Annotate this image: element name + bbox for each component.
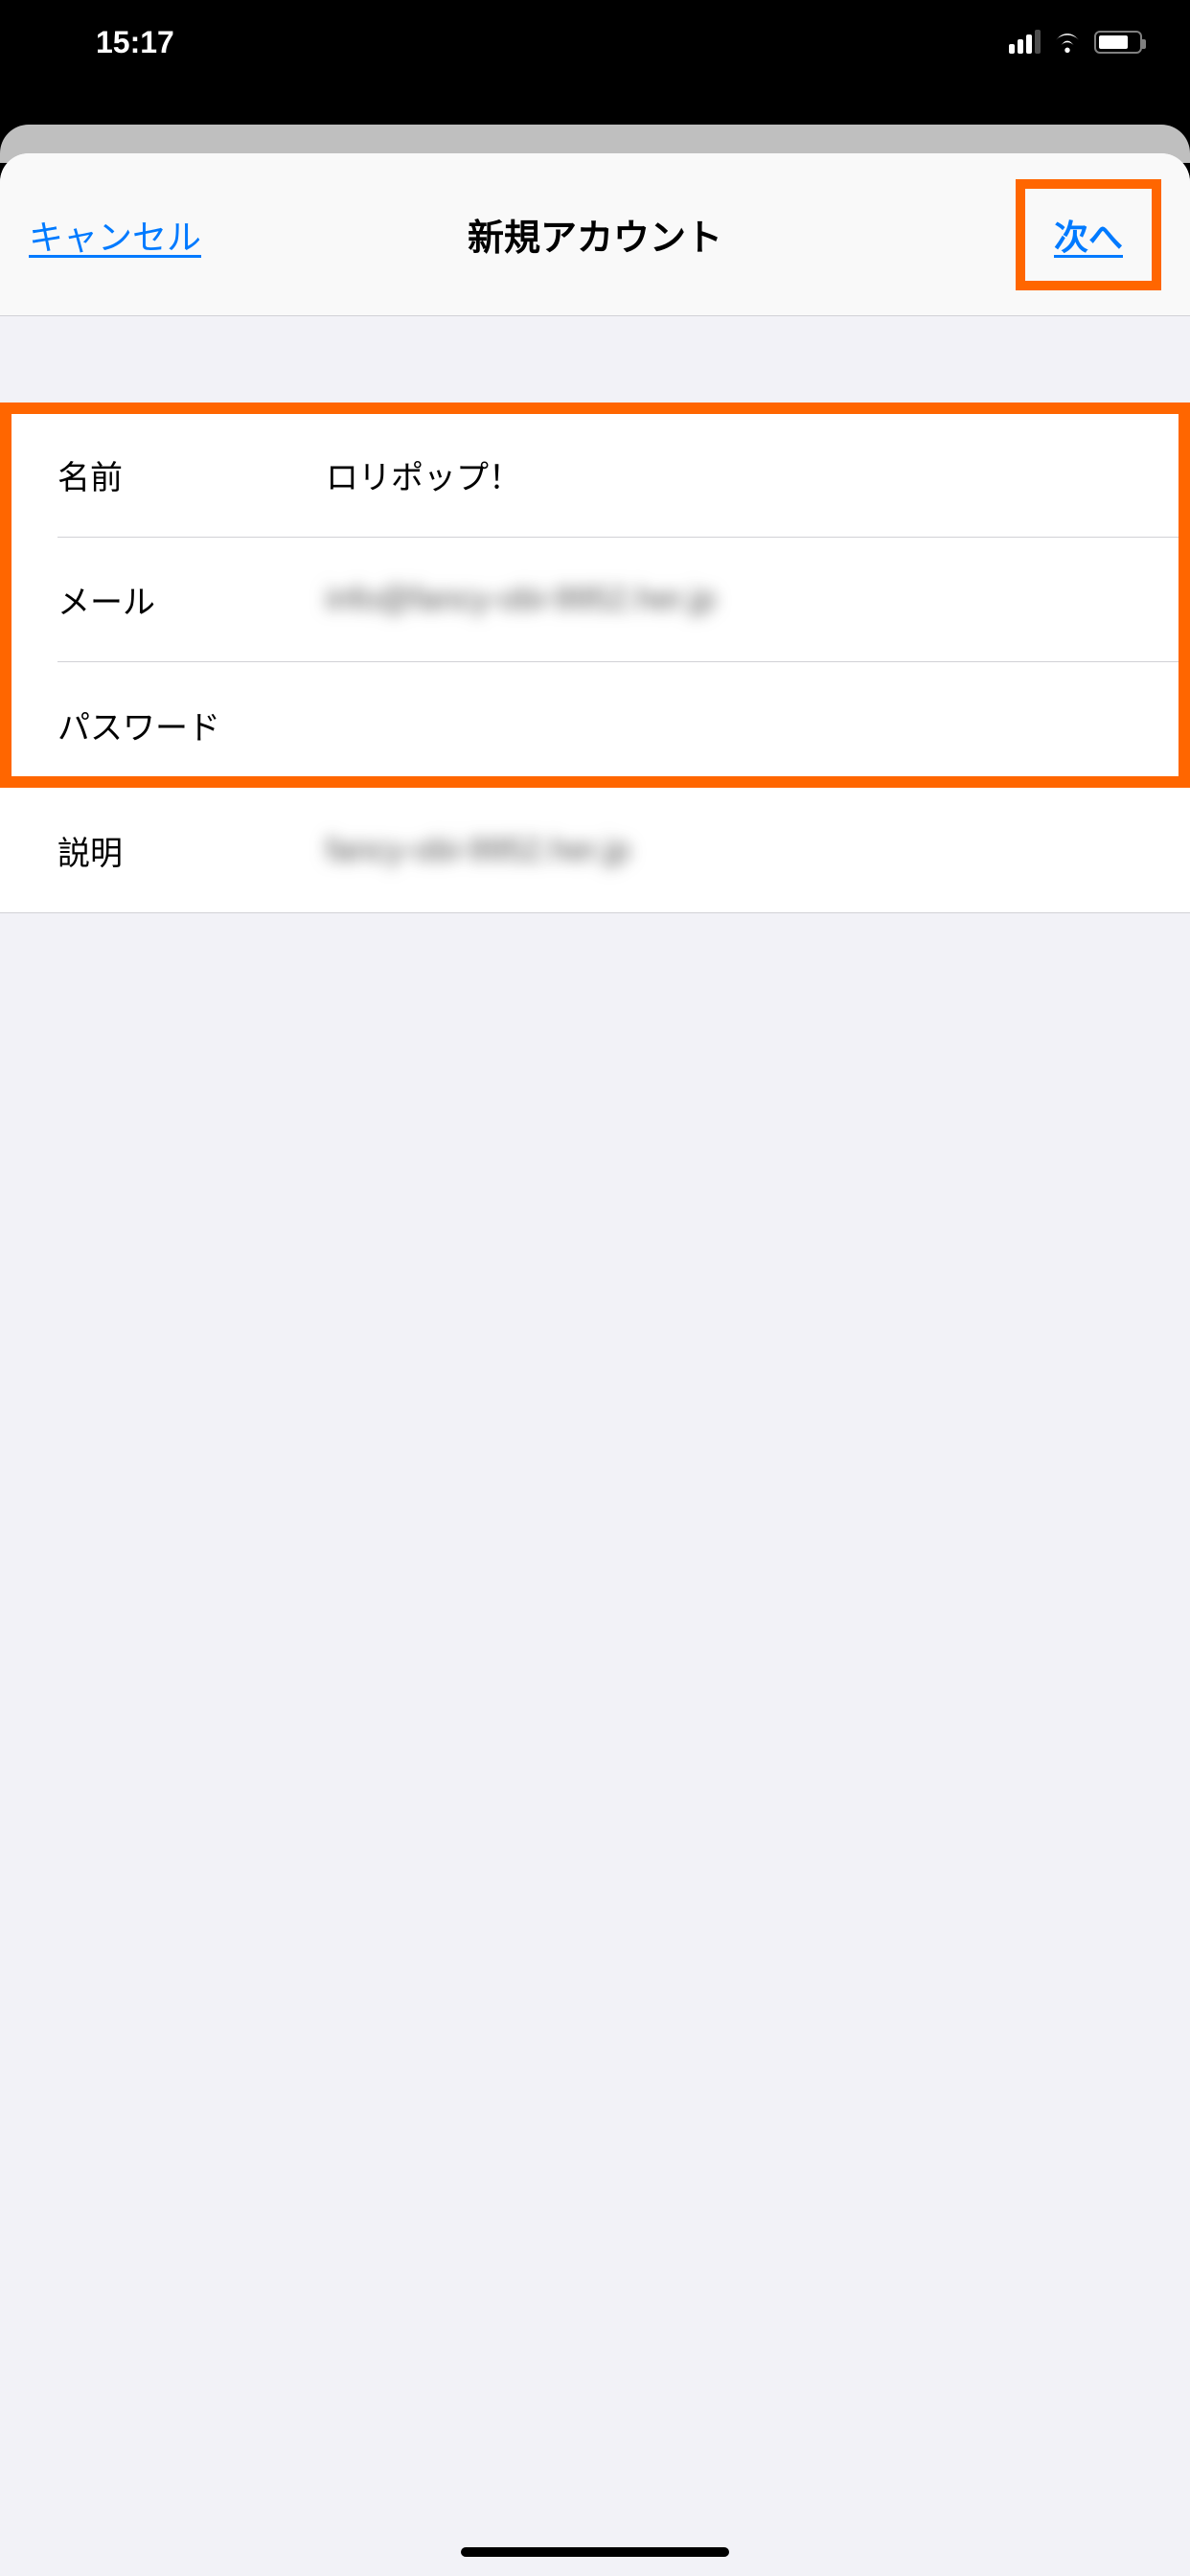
battery-icon [1094,31,1142,54]
password-label: パスワード [57,702,326,748]
modal-sheet: キャンセル 新規アカウント 次へ 名前 メール [0,153,1190,2576]
account-form-group: 名前 メール パスワード [0,412,1190,788]
password-field[interactable] [326,706,1152,744]
status-time: 15:17 [96,25,174,60]
name-row: 名前 [0,413,1190,538]
page-title: 新規アカウント [468,208,722,261]
name-field[interactable] [326,456,1152,494]
description-row: 説明 [0,788,1190,912]
wifi-icon [1052,25,1083,60]
name-label: 名前 [57,451,326,498]
mail-field[interactable] [326,581,1152,618]
form-content: 名前 メール パスワード 説明 [0,316,1190,2576]
cellular-signal-icon [1009,31,1041,54]
mail-row: メール [0,538,1190,662]
description-label: 説明 [57,827,326,874]
password-row: パスワード [0,662,1190,787]
status-indicators [1009,25,1142,60]
mail-label: メール [57,576,326,623]
description-field[interactable] [326,832,1152,869]
navigation-bar: キャンセル 新規アカウント 次へ [0,153,1190,316]
description-form-group: 説明 [0,788,1190,913]
next-button[interactable]: 次へ [1025,189,1152,281]
home-indicator[interactable] [461,2547,729,2557]
status-bar: 15:17 [0,0,1190,84]
